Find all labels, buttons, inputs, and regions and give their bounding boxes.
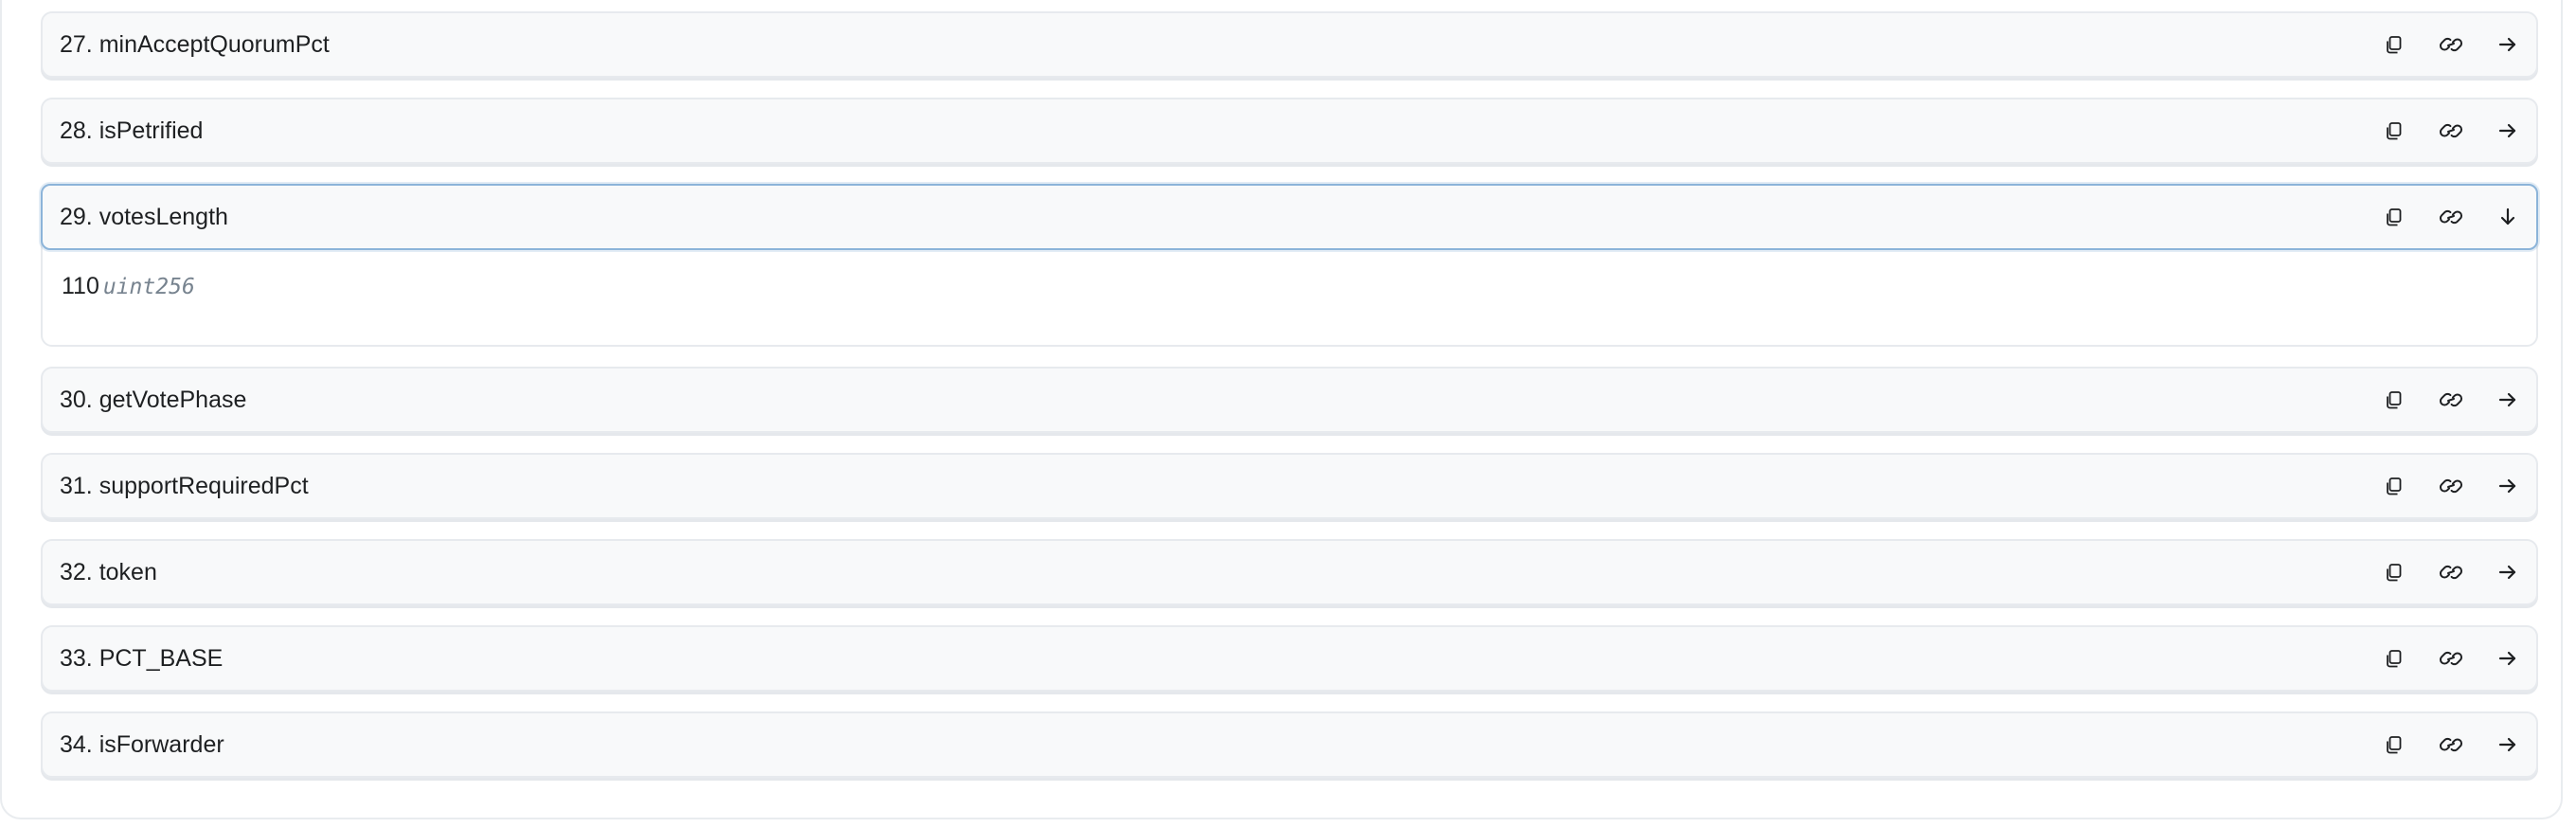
function-item-header[interactable]: 29. votesLength [41,184,2538,250]
arrow-right-icon[interactable] [2479,99,2536,162]
function-item-title: 33. PCT_BASE [60,644,224,672]
copy-icon[interactable] [2366,99,2423,162]
arrow-right-icon[interactable] [2479,627,2536,690]
function-item-header[interactable]: 30. getVotePhase [43,369,2536,431]
function-item-actions [2366,99,2536,162]
result-value: 110 [62,273,99,299]
function-item-expanded: 29. votesLength 110 uint256 [41,184,2538,347]
function-item-actions [2366,627,2536,690]
function-item-header[interactable]: 31. supportRequiredPct [43,455,2536,517]
copy-icon[interactable] [2366,541,2423,603]
function-item: 32. token [41,539,2538,605]
function-item: 28. isPetrified [41,98,2538,164]
function-item-header[interactable]: 33. PCT_BASE [43,627,2536,690]
function-item-actions [2366,369,2536,431]
copy-icon[interactable] [2366,13,2423,76]
function-item-title: 30. getVotePhase [60,386,247,413]
function-item-header[interactable]: 28. isPetrified [43,99,2536,162]
link-icon[interactable] [2423,541,2479,603]
function-item-title: 28. isPetrified [60,117,204,144]
function-item-header[interactable]: 34. isForwarder [43,713,2536,776]
copy-icon[interactable] [2366,455,2423,517]
function-item: 33. PCT_BASE [41,625,2538,692]
link-icon[interactable] [2423,713,2479,776]
arrow-right-icon[interactable] [2479,369,2536,431]
function-item-title: 29. votesLength [60,203,228,230]
arrow-right-icon[interactable] [2479,541,2536,603]
function-item: 27. minAcceptQuorumPct [41,11,2538,78]
function-item-actions [2366,541,2536,603]
function-item-header[interactable]: 32. token [43,541,2536,603]
function-item: 34. isForwarder [41,711,2538,778]
copy-icon[interactable] [2366,186,2423,248]
function-item: 30. getVotePhase [41,367,2538,433]
function-item-actions [2366,186,2536,248]
link-icon[interactable] [2423,627,2479,690]
function-item-title: 34. isForwarder [60,730,224,758]
function-item: 31. supportRequiredPct [41,453,2538,519]
function-result: 110 uint256 [43,250,2536,345]
arrow-down-icon[interactable] [2479,186,2536,248]
result-type: uint256 [102,275,195,299]
function-item-actions [2366,455,2536,517]
link-icon[interactable] [2423,186,2479,248]
function-item-title: 31. supportRequiredPct [60,472,309,499]
arrow-right-icon[interactable] [2479,455,2536,517]
function-item-actions [2366,13,2536,76]
copy-icon[interactable] [2366,369,2423,431]
function-item-title: 32. token [60,558,157,585]
function-item-header[interactable]: 27. minAcceptQuorumPct [43,13,2536,76]
link-icon[interactable] [2423,455,2479,517]
function-item-title: 27. minAcceptQuorumPct [60,30,330,58]
copy-icon[interactable] [2366,627,2423,690]
read-function-list: 27. minAcceptQuorumPct 28. isPetrified 2… [41,11,2538,798]
copy-icon[interactable] [2366,713,2423,776]
page: 27. minAcceptQuorumPct 28. isPetrified 2… [0,0,2576,828]
arrow-right-icon[interactable] [2479,713,2536,776]
link-icon[interactable] [2423,369,2479,431]
link-icon[interactable] [2423,13,2479,76]
link-icon[interactable] [2423,99,2479,162]
function-item-actions [2366,713,2536,776]
arrow-right-icon[interactable] [2479,13,2536,76]
